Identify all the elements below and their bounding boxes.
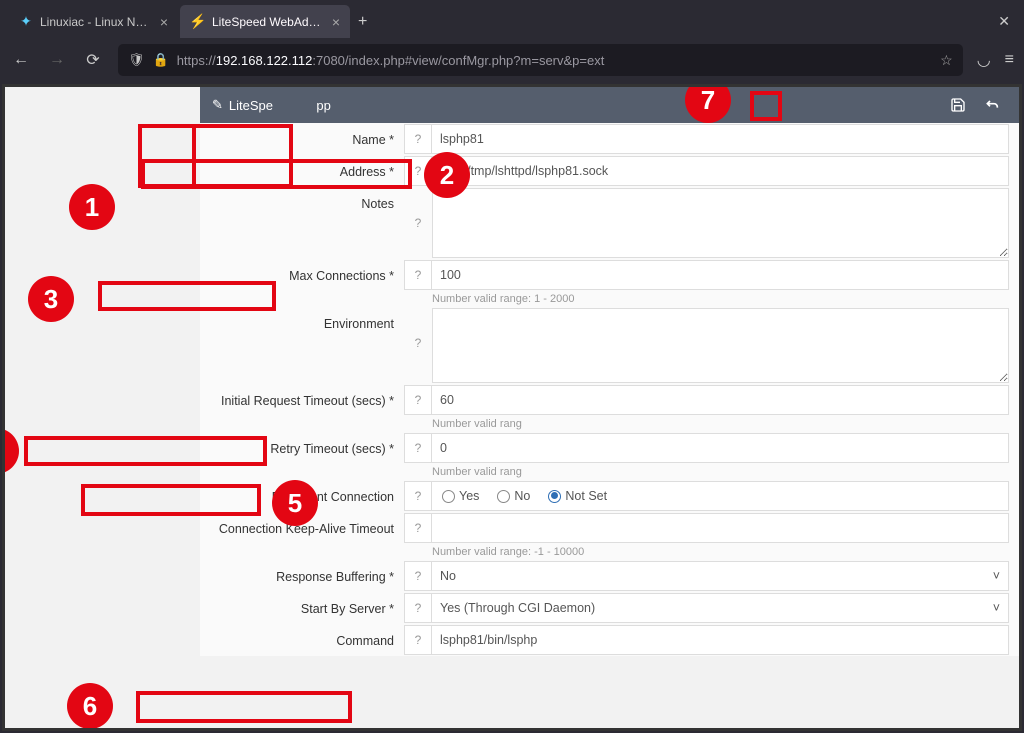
persistent-radios: Yes No Not Set [431,481,1009,511]
hint-text: Number valid range: -1 - 10000 [200,544,1019,560]
address-input[interactable] [431,156,1009,186]
retry-timeout-input[interactable] [431,433,1009,463]
help-icon[interactable]: ? [404,561,432,591]
window-close-button[interactable]: ✕ [992,7,1016,36]
help-icon[interactable]: ? [404,481,432,511]
row-init-timeout: Initial Request Timeout (secs) * ? [200,384,1019,416]
help-icon[interactable]: ? [404,625,432,655]
tab-bar: ✦ Linuxiac - Linux News, × ⚡ LiteSpeed W… [0,0,1024,38]
annotation-5: 5 [272,480,318,526]
browser-tab-linuxiac[interactable]: ✦ Linuxiac - Linux News, × [8,5,178,38]
back-button[interactable]: ← [10,51,32,69]
keepalive-input[interactable] [431,513,1009,543]
pocket-icon[interactable]: ◡ [977,50,991,70]
edit-icon: ✎ [212,97,223,113]
row-name: Name * ? [200,123,1019,155]
help-icon[interactable]: ? [404,260,432,290]
row-start-by-server: Start By Server * ? Yes (Through CGI Dae… [200,592,1019,624]
browser-toolbar: ← → ⟳ 🛡 🔒 https://192.168.122.112:7080/i… [0,38,1024,82]
close-icon[interactable]: × [160,14,168,30]
form-area: Name * ? Address * ? Notes ? Max Connect… [200,123,1019,656]
row-max-connections: Max Connections * ? [200,259,1019,291]
save-button[interactable] [943,91,973,119]
favicon-linuxiac: ✦ [18,14,34,30]
content-area: ✎ LiteSpe pp Name * ? [5,87,1019,728]
menu-icon[interactable]: ≡ [1005,51,1014,69]
response-buffering-select[interactable]: No˅ [431,561,1009,591]
shield-icon: 🛡 [128,52,145,68]
annotation-3: 3 [28,276,74,322]
row-response-buffering: Response Buffering * ? No˅ [200,560,1019,592]
new-tab-button[interactable]: + [358,13,367,31]
help-icon[interactable]: ? [404,308,432,350]
help-icon[interactable]: ? [404,593,432,623]
environment-textarea[interactable] [432,308,1009,383]
max-connections-input[interactable] [431,260,1009,290]
radio-no[interactable]: No [497,489,530,503]
init-timeout-input[interactable] [431,385,1009,415]
row-retry-timeout: Retry Timeout (secs) * ? [200,432,1019,464]
radio-notset[interactable]: Not Set [548,489,607,503]
annotation-6: 6 [67,683,113,728]
forward-button[interactable]: → [46,51,68,69]
close-icon[interactable]: × [332,14,340,30]
url-bar[interactable]: 🛡 🔒 https://192.168.122.112:7080/index.p… [118,44,963,76]
browser-chrome: ✦ Linuxiac - Linux News, × ⚡ LiteSpeed W… [0,0,1024,82]
panel-title: LiteSpe pp [229,98,331,113]
row-command: Command ? [200,624,1019,656]
help-icon[interactable]: ? [404,433,432,463]
row-keepalive: Connection Keep-Alive Timeout ? [200,512,1019,544]
annotation-2: 2 [424,152,470,198]
browser-tab-litespeed[interactable]: ⚡ LiteSpeed WebAdmin C × [180,5,350,38]
hint-text: Number valid range: 1 - 2000 [200,291,1019,307]
row-notes: Notes ? [200,187,1019,259]
url-text: https://192.168.122.112:7080/index.php#v… [177,53,932,68]
command-input[interactable] [431,625,1009,655]
lock-icon: 🔒 [153,52,169,68]
hint-text: Number valid rang [200,464,1019,480]
help-icon[interactable]: ? [404,188,432,230]
annotation-1: 1 [69,184,115,230]
chevron-down-icon: ˅ [993,601,1000,615]
bookmark-star-icon[interactable]: ☆ [940,52,953,69]
red-box-6 [136,691,352,723]
name-input[interactable] [431,124,1009,154]
annotation-4: 4 [5,428,19,474]
help-icon[interactable]: ? [404,513,432,543]
row-environment: Environment ? [200,307,1019,384]
chevron-down-icon: ˅ [993,569,1000,583]
start-by-server-select[interactable]: Yes (Through CGI Daemon)˅ [431,593,1009,623]
back-icon[interactable] [977,91,1007,119]
row-address: Address * ? [200,155,1019,187]
hint-text: Number valid rang [200,416,1019,432]
reload-button[interactable]: ⟳ [82,50,104,70]
panel-header: ✎ LiteSpe pp [200,87,1019,123]
favicon-litespeed: ⚡ [190,14,206,30]
notes-textarea[interactable] [432,188,1009,258]
help-icon[interactable]: ? [404,385,432,415]
help-icon[interactable]: ? [404,124,432,154]
row-persistent: Persistent Connection ? Yes No Not Set [200,480,1019,512]
radio-yes[interactable]: Yes [442,489,479,503]
